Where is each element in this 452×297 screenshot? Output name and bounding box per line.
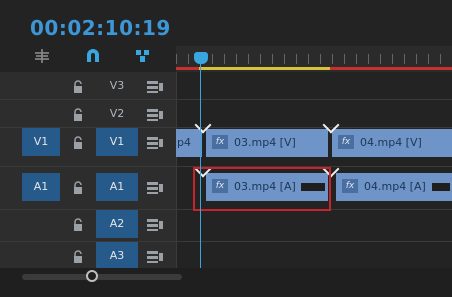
insert-icon[interactable]: [33, 48, 51, 64]
row-divider: [0, 127, 452, 128]
snap-magnet-icon[interactable]: [84, 48, 102, 64]
fx-badge[interactable]: fx: [338, 135, 354, 149]
playhead-line[interactable]: [200, 62, 201, 268]
clip-a1-04[interactable]: fx 04.mp4 [A]: [336, 173, 452, 201]
selection-highlight: [193, 167, 331, 211]
clip-label: 04.mp4 [V]: [360, 136, 422, 149]
lock-icon[interactable]: [72, 107, 84, 121]
track-headers: V3 V2 V1 V1 A1 A1 A2 A3: [0, 72, 176, 270]
source-patch-v1[interactable]: V1: [22, 128, 60, 156]
clip-label: p4: [177, 136, 191, 149]
source-patch-a1[interactable]: A1: [22, 173, 60, 201]
linked-selection-icon[interactable]: [134, 48, 152, 64]
fx-badge[interactable]: fx: [212, 135, 228, 149]
clip-label: 03.mp4 [V]: [234, 136, 296, 149]
timeline-panel: 00:02:10:19 V3 V2 V1 V1 A1 A1 A2 A3 p4 f…: [0, 0, 452, 297]
lock-icon[interactable]: [72, 79, 84, 93]
timeline-header: 00:02:10:19: [0, 0, 452, 72]
audio-level-bar: [432, 183, 450, 191]
timecode-display[interactable]: 00:02:10:19: [30, 16, 171, 40]
toggle-output-icon[interactable]: [146, 79, 164, 93]
toggle-output-icon[interactable]: [146, 249, 164, 263]
clip-label: 04.mp4 [A]: [364, 180, 426, 193]
row-divider: [0, 241, 452, 242]
toggle-output-icon[interactable]: [146, 107, 164, 121]
toggle-output-icon[interactable]: [146, 217, 164, 231]
track-name-v1[interactable]: V1: [96, 128, 138, 156]
track-name-v2[interactable]: V2: [96, 100, 138, 128]
ruler-ticks: [176, 54, 452, 64]
lock-icon[interactable]: [72, 217, 84, 231]
clip-v1-previous[interactable]: p4: [176, 129, 202, 157]
clip-v1-03[interactable]: fx 03.mp4 [V]: [206, 129, 328, 157]
toggle-output-icon[interactable]: [146, 180, 164, 194]
fx-badge[interactable]: fx: [342, 179, 358, 193]
render-bar-yellow: [199, 67, 330, 70]
toggle-output-icon[interactable]: [146, 135, 164, 149]
zoom-handle[interactable]: [86, 270, 98, 282]
lock-icon[interactable]: [72, 249, 84, 263]
row-divider: [0, 99, 452, 100]
track-name-a1[interactable]: A1: [96, 173, 138, 201]
track-name-a2[interactable]: A2: [96, 210, 138, 238]
track-name-a3[interactable]: A3: [96, 242, 138, 270]
header-divider: [176, 72, 177, 268]
timeline-footer: [0, 268, 452, 297]
lock-icon[interactable]: [72, 135, 84, 149]
clip-v1-04[interactable]: fx 04.mp4 [V]: [332, 129, 452, 157]
track-name-v3[interactable]: V3: [96, 72, 138, 100]
zoom-scrollbar[interactable]: [22, 274, 182, 280]
playhead-handle[interactable]: [194, 52, 208, 64]
lock-icon[interactable]: [72, 180, 84, 194]
